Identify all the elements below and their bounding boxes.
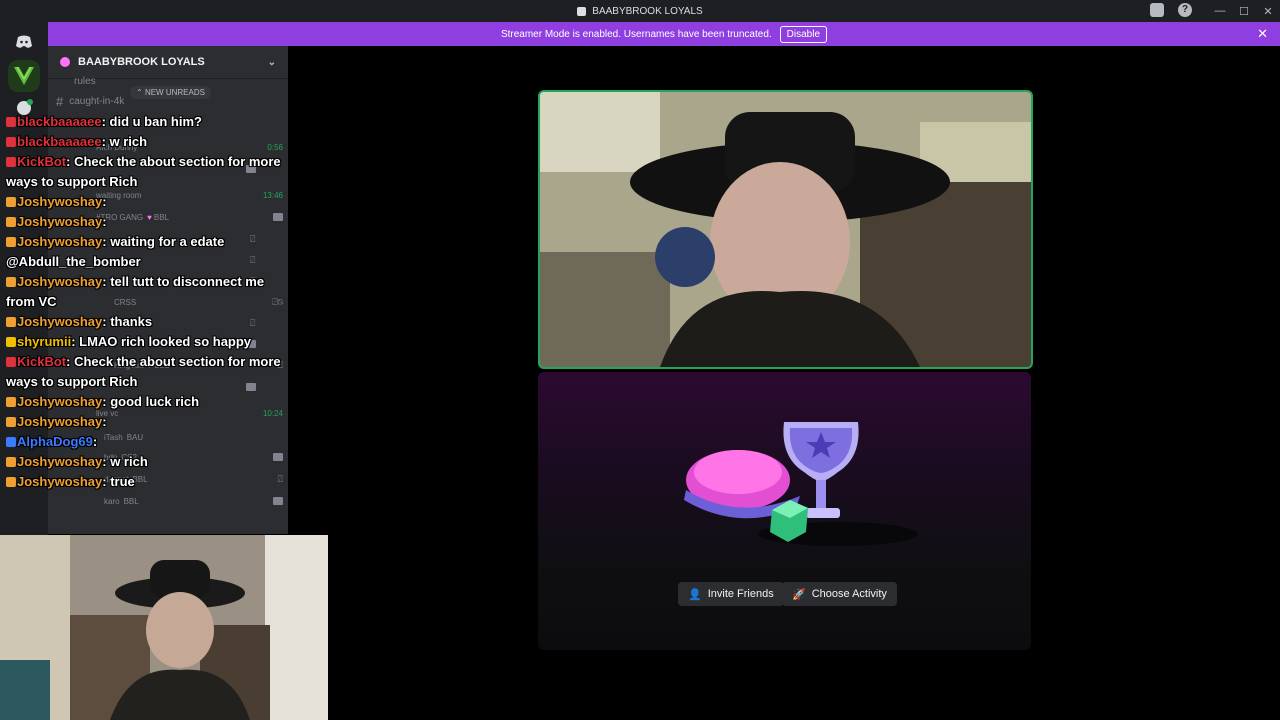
chat-text: : — [102, 414, 107, 429]
activity-launcher-tile — [538, 372, 1031, 650]
minimize-button[interactable]: — — [1208, 0, 1232, 22]
chat-message: Joshywoshay: — [6, 212, 286, 232]
chat-message: Joshywoshay: — [6, 412, 286, 432]
user-badge-icon — [6, 417, 16, 427]
chat-username: Joshywoshay — [17, 194, 103, 209]
chat-text: : w rich — [102, 454, 148, 469]
chat-message: blackbaaaaee: did u ban him? — [6, 112, 286, 132]
chat-username: Joshywoshay — [17, 274, 103, 289]
user-badge-icon — [6, 237, 16, 247]
help-icon[interactable]: ? — [1178, 3, 1192, 17]
chat-username: KickBot — [17, 354, 67, 369]
window-title: BAABYBROOK LOYALS — [577, 5, 703, 17]
chat-username: blackbaaaaee — [17, 134, 102, 149]
user-badge-icon — [6, 457, 16, 467]
video-feed-image — [540, 92, 1031, 367]
activity-illustration — [684, 422, 918, 546]
user-badge-icon — [6, 317, 16, 327]
banner-text: Streamer Mode is enabled. Usernames have… — [500, 28, 772, 40]
chat-username: shyrumii — [17, 334, 72, 349]
video-tile-speaking[interactable] — [538, 90, 1033, 369]
chat-username: blackbaaaaee — [17, 114, 102, 129]
user-badge-icon — [6, 137, 16, 147]
chat-username: KickBot — [17, 154, 67, 169]
close-icon[interactable]: ✕ — [1257, 26, 1268, 42]
chat-username: Joshywoshay — [17, 234, 103, 249]
inbox-icon[interactable] — [1150, 3, 1164, 17]
server-header[interactable]: BAABYBROOK LOYALS ⌄ — [48, 46, 288, 78]
chat-text: : thanks — [102, 314, 153, 329]
user-badge-icon — [6, 397, 16, 407]
add-friend-icon: 👤 — [688, 588, 702, 601]
chat-message: Joshywoshay: good luck rich — [6, 392, 286, 412]
voice-member[interactable]: karo BBL — [78, 492, 283, 510]
chat-username: Joshywoshay — [17, 314, 103, 329]
chat-text: : w rich — [101, 134, 148, 149]
stream-chat-overlay: blackbaaaaee: did u ban him? blackbaaaaee… — [6, 112, 286, 492]
choose-activity-label: Choose Activity — [811, 588, 887, 600]
chat-username: AlphaDog69 — [17, 434, 93, 449]
user-badge-icon — [6, 437, 16, 447]
chat-username: Joshywoshay — [17, 414, 103, 429]
choose-activity-button[interactable]: 🚀 Choose Activity — [782, 582, 897, 606]
chat-message: Joshywoshay: true — [6, 472, 286, 492]
discord-small-icon — [577, 6, 587, 16]
server-name: BAABYBROOK LOYALS — [78, 56, 205, 68]
streamer-webcam-overlay — [0, 535, 328, 720]
invite-friends-button[interactable]: 👤 Invite Friends — [678, 582, 784, 606]
chat-username: Joshywoshay — [17, 394, 103, 409]
chat-text: : — [92, 434, 98, 449]
chat-message: blackbaaaaee: w rich — [6, 132, 286, 152]
chat-message: KickBot: Check the about section for mor… — [6, 152, 286, 192]
user-badge-icon — [6, 277, 16, 287]
maximize-button[interactable]: ☐ — [1232, 0, 1256, 22]
streamer-mode-banner: Streamer Mode is enabled. Usernames have… — [48, 22, 1280, 46]
chat-message: Joshywoshay: waiting for a edate @Abdull… — [6, 232, 286, 272]
titlebar-icons: ? — [1150, 3, 1192, 17]
channel-name: rules — [74, 76, 96, 87]
chat-username: Joshywoshay — [17, 454, 103, 469]
chat-message: Joshywoshay: thanks — [6, 312, 286, 332]
window-title-text: BAABYBROOK LOYALS — [592, 5, 703, 17]
chat-text: : LMAO rich looked so happy — [71, 334, 252, 349]
user-badge-icon — [6, 217, 16, 227]
invite-friends-label: Invite Friends — [707, 588, 774, 600]
chat-message: shyrumii: LMAO rich looked so happy — [6, 332, 286, 352]
channel-rules[interactable]: rules — [56, 76, 96, 87]
chat-text: : — [102, 214, 107, 229]
webcam-image — [0, 535, 328, 720]
disable-streamer-mode-button[interactable]: Disable — [779, 25, 828, 43]
user-badge-icon — [6, 157, 16, 167]
chat-text: : good luck rich — [102, 394, 200, 409]
hash-icon: # — [56, 94, 64, 109]
discord-home-icon[interactable] — [8, 26, 40, 58]
close-window-button[interactable]: ✕ — [1256, 0, 1280, 22]
user-badge-icon — [6, 197, 16, 207]
chevron-down-icon: ⌄ — [267, 56, 276, 68]
chat-text: : — [102, 194, 107, 209]
chat-message: AlphaDog69: — [6, 432, 286, 452]
chat-message: Joshywoshay: — [6, 192, 286, 212]
chat-message: Joshywoshay: w rich — [6, 452, 286, 472]
channel-name: caught-in-4k — [69, 96, 125, 107]
chat-text: : did u ban him? — [101, 114, 202, 129]
user-badge-icon — [6, 337, 16, 347]
chat-text: : true — [102, 474, 135, 489]
user-badge-icon — [6, 477, 16, 487]
chat-message: KickBot: Check the about section for mor… — [6, 352, 286, 392]
server-icon-loyals[interactable] — [8, 60, 40, 92]
rocket-icon: 🚀 — [792, 588, 806, 601]
user-badge-icon — [6, 117, 16, 127]
chat-username: Joshywoshay — [17, 214, 103, 229]
title-bar: BAABYBROOK LOYALS ? — ☐ ✕ — [0, 0, 1280, 22]
chat-username: Joshywoshay — [17, 474, 103, 489]
channel-caught-in-4k[interactable]: # caught-in-4k — [56, 94, 124, 109]
chat-message: Joshywoshay: tell tutt to disconnect me … — [6, 272, 286, 312]
user-badge-icon — [6, 357, 16, 367]
boost-icon — [60, 57, 70, 67]
window-controls: — ☐ ✕ — [1208, 0, 1280, 22]
new-unreads-pill[interactable]: ⌃ NEW UNREADS — [130, 86, 211, 99]
